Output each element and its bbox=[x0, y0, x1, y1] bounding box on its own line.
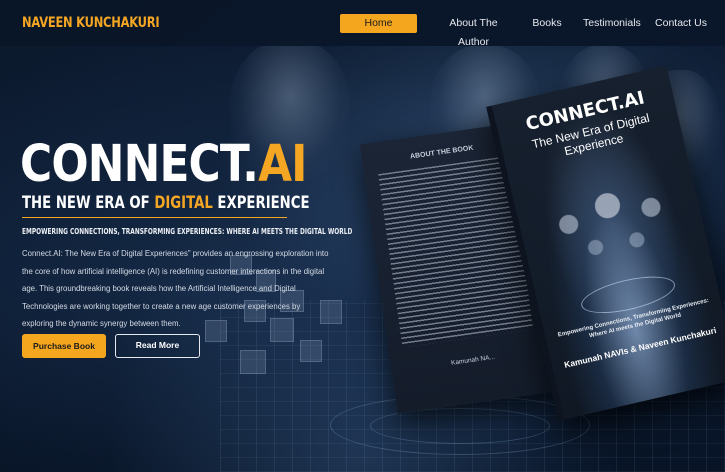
brand-logo[interactable]: NAVEEN KUNCHAKURI bbox=[22, 15, 160, 31]
cube-tile bbox=[300, 340, 322, 362]
hero-title: CONNECT.AI bbox=[20, 135, 308, 194]
hero-subtitle: THE NEW ERA OF DIGITAL EXPERIENCE bbox=[22, 193, 310, 213]
nav-about-the-author[interactable]: About The Author bbox=[436, 14, 511, 48]
hero-title-main: CONNECT. bbox=[20, 135, 259, 194]
hero-subtitle-accent: DIGITAL bbox=[154, 193, 213, 213]
nav-books[interactable]: Books bbox=[529, 14, 565, 33]
nav-contact-us[interactable]: Contact Us bbox=[655, 14, 707, 33]
back-cover-author: Kamunah NA... bbox=[450, 353, 496, 367]
hero-tagline: EMPOWERING CONNECTIONS, TRANSFORMING EXP… bbox=[22, 227, 353, 236]
hero-subtitle-pre: THE NEW ERA OF bbox=[22, 193, 155, 213]
navbar: NAVEEN KUNCHAKURI Home About The Author … bbox=[0, 0, 725, 48]
read-more-button[interactable]: Read More bbox=[115, 334, 200, 358]
book-cover-art bbox=[532, 162, 691, 287]
cube-tile bbox=[240, 350, 266, 374]
nav-home[interactable]: Home bbox=[340, 14, 417, 33]
hero-subtitle-post: EXPERIENCE bbox=[212, 193, 310, 213]
hero-title-accent: AI bbox=[258, 135, 307, 194]
title-divider bbox=[22, 217, 287, 218]
nav-testimonials[interactable]: Testimonials bbox=[583, 14, 641, 33]
hero-description: Connect.AI: The New Era of Digital Exper… bbox=[22, 249, 329, 329]
purchase-book-button[interactable]: Purchase Book bbox=[22, 334, 106, 358]
